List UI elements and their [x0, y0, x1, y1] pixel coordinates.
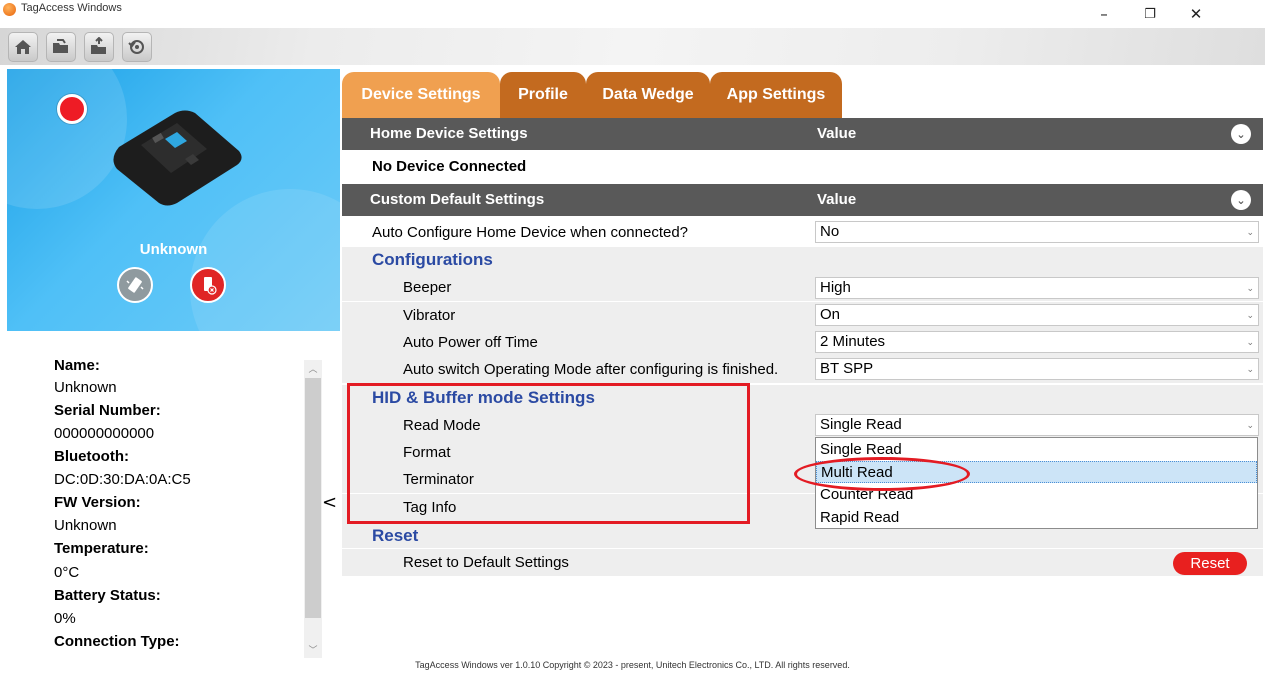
- import-button[interactable]: [84, 32, 114, 62]
- name-label: Name:: [54, 357, 100, 374]
- header-label: Custom Default Settings: [370, 191, 545, 208]
- battery-status-label: Battery Status:: [54, 587, 161, 604]
- refresh-icon: [128, 40, 144, 54]
- auto-configure-value: No: [820, 223, 840, 240]
- annotation-highlight-box: [347, 383, 750, 524]
- reset-button[interactable]: Reset: [1173, 552, 1247, 575]
- tab-app-settings[interactable]: App Settings: [710, 72, 842, 118]
- annotation-highlight-ellipse: [794, 457, 970, 491]
- bluetooth-label: Bluetooth:: [54, 448, 129, 465]
- open-folder-arrow-icon: [91, 37, 106, 54]
- power-off-value: 2 Minutes: [820, 333, 886, 350]
- chevron-down-icon: ⌄: [1246, 283, 1254, 293]
- home-button[interactable]: [8, 32, 38, 62]
- power-off-label: Auto Power off Time: [403, 334, 538, 351]
- app-icon: [3, 3, 16, 16]
- scroll-thumb[interactable]: [305, 378, 321, 618]
- auto-configure-label: Auto Configure Home Device when connecte…: [372, 224, 689, 241]
- device-panel: Unknown: [7, 69, 340, 331]
- beeper-value: High: [820, 279, 851, 296]
- no-device-row: No Device Connected: [342, 153, 1263, 180]
- power-off-select[interactable]: 2 Minutes ⌄: [815, 331, 1259, 353]
- scroll-up-icon[interactable]: ︿: [304, 362, 322, 375]
- auto-switch-select[interactable]: BT SPP ⌄: [815, 358, 1259, 380]
- tab-data-wedge[interactable]: Data Wedge: [586, 72, 710, 118]
- vibrate-button[interactable]: [117, 267, 153, 303]
- close-button[interactable]: ✕: [1173, 0, 1219, 28]
- bluetooth-value: DC:0D:30:DA:0A:C5: [54, 471, 191, 488]
- auto-switch-value: BT SPP: [820, 360, 874, 377]
- read-mode-select[interactable]: Single Read ⌄: [815, 414, 1259, 436]
- vibrator-select[interactable]: On ⌄: [815, 304, 1259, 326]
- device-image: [113, 110, 242, 206]
- read-mode-value: Single Read: [820, 416, 902, 433]
- chevron-down-icon: ⌄: [1246, 420, 1254, 430]
- dropdown-option-rapid-read[interactable]: Rapid Read: [816, 507, 1257, 529]
- chevron-down-icon: ⌄: [1246, 310, 1254, 320]
- toolbar-band: [0, 28, 1265, 65]
- open-file-button[interactable]: [46, 32, 76, 62]
- collapse-panel-button[interactable]: <: [322, 492, 337, 513]
- beeper-label: Beeper: [403, 279, 452, 296]
- fw-version-value: Unknown: [54, 517, 117, 534]
- title-bar: TagAccess Windows – ❐ ✕: [0, 0, 1265, 28]
- chevron-down-icon: ⌄: [1246, 227, 1254, 237]
- device-info-panel: Name: Unknown Serial Number: 00000000000…: [7, 355, 322, 656]
- refresh-button[interactable]: [122, 32, 152, 62]
- custom-default-settings-header[interactable]: Custom Default Settings Value ⌄: [342, 184, 1263, 216]
- connection-type-label: Connection Type:: [54, 633, 180, 650]
- copyright-footer: TagAccess Windows ver 1.0.10 Copyright ©…: [415, 660, 850, 670]
- fw-version-label: FW Version:: [54, 494, 141, 511]
- temperature-label: Temperature:: [54, 540, 149, 557]
- name-value: Unknown: [54, 379, 117, 396]
- header-value-label: Value: [817, 191, 857, 208]
- chevron-down-icon: ⌄: [1246, 337, 1254, 347]
- disconnect-button[interactable]: [190, 267, 226, 303]
- header-label: Home Device Settings: [370, 125, 528, 142]
- configurations-title: Configurations: [372, 250, 493, 269]
- home-device-settings-header[interactable]: Home Device Settings Value ⌄: [342, 118, 1263, 150]
- chevron-down-icon[interactable]: ⌄: [1231, 124, 1251, 144]
- chevron-down-icon[interactable]: ⌄: [1231, 190, 1251, 210]
- serial-number-value: 000000000000: [54, 425, 155, 442]
- chevron-down-icon: ⌄: [1246, 364, 1254, 374]
- auto-configure-select[interactable]: No ⌄: [815, 221, 1259, 243]
- background-decoration: [190, 189, 340, 331]
- beeper-select[interactable]: High ⌄: [815, 277, 1259, 299]
- reset-label: Reset to Default Settings: [403, 554, 569, 571]
- tab-profile[interactable]: Profile: [500, 72, 586, 118]
- battery-status-value: 0%: [54, 610, 76, 627]
- home-icon: [15, 40, 31, 54]
- reset-row: Reset to Default Settings: [342, 549, 1263, 576]
- restore-button[interactable]: ❐: [1127, 0, 1173, 28]
- reset-title: Reset: [372, 526, 419, 545]
- connection-status-indicator: [57, 94, 87, 124]
- open-folder-icon: [53, 39, 68, 53]
- serial-number-label: Serial Number:: [54, 402, 161, 419]
- device-disconnect-icon: [204, 277, 217, 295]
- info-scrollbar[interactable]: ︿ ﹀: [304, 360, 322, 658]
- window-title: TagAccess Windows: [21, 2, 122, 14]
- minimize-button[interactable]: –: [1081, 0, 1127, 28]
- vibrator-label: Vibrator: [403, 307, 456, 324]
- vibrator-value: On: [820, 306, 841, 323]
- auto-switch-label: Auto switch Operating Mode after configu…: [403, 361, 779, 378]
- tab-device-settings[interactable]: Device Settings: [342, 72, 500, 118]
- vibrate-icon: [126, 277, 144, 293]
- device-name: Unknown: [139, 241, 208, 258]
- header-value-label: Value: [817, 125, 857, 142]
- no-device-label: No Device Connected: [372, 158, 527, 175]
- scroll-down-icon[interactable]: ﹀: [304, 643, 322, 656]
- temperature-value: 0°C: [54, 564, 80, 581]
